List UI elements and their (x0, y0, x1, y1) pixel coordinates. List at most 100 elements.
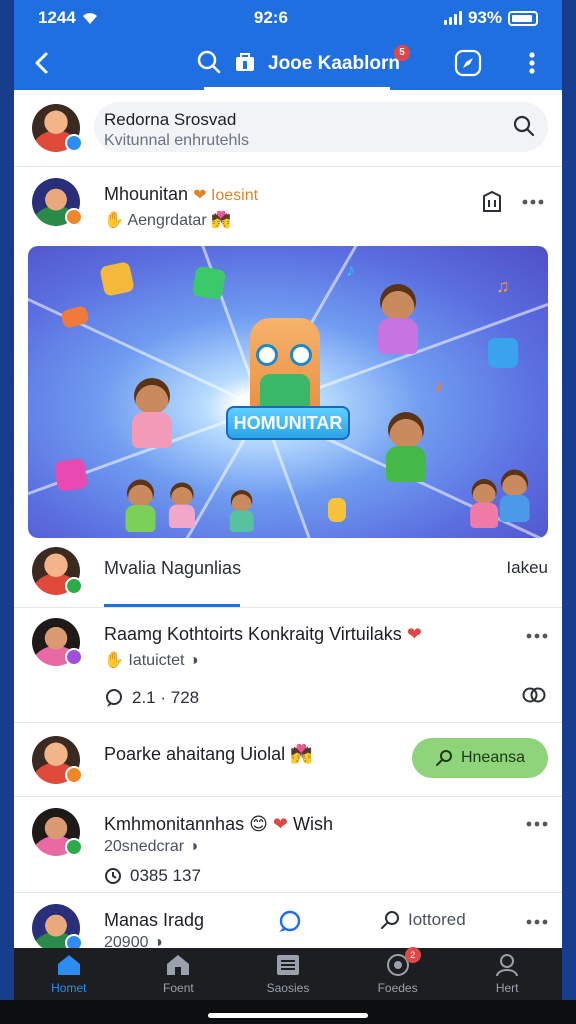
more-horizontal-icon (526, 821, 548, 827)
comment-more-button[interactable] (526, 626, 548, 644)
post-more-button[interactable] (522, 192, 544, 210)
search-icon[interactable] (196, 49, 222, 80)
post-header: Mhounitan ❤ Ioesint ✋ Aengrdatar 💏 (32, 178, 548, 238)
banner-label: HOMUNITAR (226, 406, 350, 440)
comment-sub-text: 20900 (104, 934, 149, 948)
comment-avatar[interactable] (32, 618, 83, 666)
search-placeholder: Kvitunnal enhrutehls (104, 132, 249, 149)
battery-icon (507, 10, 538, 26)
kid-illustration (126, 378, 178, 458)
comment-sub-text: 20snedcrar (104, 838, 185, 855)
phone-screen: 1244 92:6 93% Jooe Kaablorn 5 Redorna Sr… (0, 0, 576, 1024)
divider (14, 166, 562, 167)
music-tile-icon (191, 265, 227, 301)
comment-wish-text: Wish (292, 814, 333, 834)
tab-home[interactable]: Homet (24, 953, 114, 995)
tab-feed[interactable]: Foent (133, 953, 223, 995)
heart-icon: ❤ (406, 624, 422, 644)
search-field-icon[interactable] (512, 114, 536, 143)
more-horizontal-icon (526, 633, 548, 639)
comment-avatar[interactable] (32, 904, 83, 948)
follow-button[interactable]: Hneansa (412, 738, 548, 778)
comment-avatar[interactable] (32, 808, 83, 856)
post-banner-image[interactable]: ♫ ♪ ♪ HOMUNITAR (28, 246, 548, 538)
comment-name[interactable]: Manas Iradg (104, 910, 204, 931)
avatar-status-dot (65, 577, 83, 595)
post-subtitle: ✋ Aengrdatar 💏 (104, 212, 232, 229)
kid-illustration (380, 412, 432, 492)
follow-button-label: Hneansa (460, 749, 526, 766)
more-menu-button[interactable] (512, 43, 552, 83)
comment-avatar[interactable] (32, 736, 83, 784)
music-note-icon: ♪ (434, 376, 443, 396)
chevron-left-icon (35, 52, 48, 74)
comment-meta: 0385 137 (104, 866, 201, 886)
app-title-text: Jooe Kaablorn (268, 53, 400, 74)
mascot-eye (256, 344, 278, 366)
like-button[interactable]: Iakeu (506, 558, 548, 578)
comment-bubble-icon[interactable] (104, 688, 124, 708)
comment-sub: 20snedcrar ◑ (104, 838, 199, 855)
game-tile-icon (99, 261, 135, 297)
tab-profile[interactable]: Hert (462, 953, 552, 995)
comment-more-button[interactable] (526, 912, 548, 930)
tab-places[interactable]: 2 Foedes (353, 947, 443, 995)
share-icon[interactable] (522, 686, 546, 709)
post-author-row: Mvalia Nagunlias Iakeu (14, 542, 562, 598)
home-indicator[interactable] (208, 1013, 368, 1018)
mascot-eye (290, 344, 312, 366)
avatar-status-dot (65, 766, 83, 784)
comment-more-button[interactable] (526, 814, 548, 832)
kid-illustration (121, 479, 156, 532)
tab-label: Saosies (266, 981, 310, 995)
action-button-label: Iottored (408, 910, 466, 929)
action-button[interactable]: Iottored (380, 910, 466, 930)
bookmark-box-icon (483, 190, 501, 212)
avatar-status-dot (65, 934, 83, 948)
comment-name-text: Kmhmonitannhas (104, 814, 245, 834)
save-post-button[interactable] (480, 190, 504, 219)
music-note-icon: ♪ (346, 260, 355, 280)
more-vertical-icon (529, 52, 535, 74)
avatar-status-dot (65, 134, 83, 152)
comment-sub: 20900 ◑ (104, 934, 163, 948)
comment-meta-text: 0385 137 (130, 866, 201, 885)
post-author-name[interactable]: Mhounitan ❤ Ioesint (104, 184, 258, 205)
kid-illustration (466, 479, 499, 528)
comment-name-text: Raamg Kothtoirts Konkraitg Virtuilaks (104, 624, 402, 644)
more-horizontal-icon (522, 199, 544, 205)
wifi-icon (82, 13, 97, 24)
comment-name-text: Poarke ahaitang Uiolal (104, 744, 286, 764)
tab-badge: 2 (404, 947, 421, 963)
search-field[interactable]: Redorna Srosvad Kvitunnal enhrutehls (94, 102, 548, 152)
music-note-icon: ♫ (496, 276, 510, 296)
post-subtitle-text: Aengrdatar (127, 212, 207, 229)
tab-label: Foent (163, 981, 194, 995)
search-row: Redorna Srosvad Kvitunnal enhrutehls (14, 90, 562, 166)
comment-meta: 2.1 · 728 (104, 688, 199, 708)
user-avatar[interactable] (32, 104, 83, 152)
tab-label: Foedes (377, 981, 418, 995)
comment-item: Kmhmonitannhas 😊 ❤ Wish 20snedcrar ◑ 038… (14, 806, 562, 892)
compass-button[interactable] (448, 43, 488, 83)
tab-stories[interactable]: Saosies (243, 953, 333, 995)
post-author-avatar[interactable] (32, 178, 83, 226)
back-button[interactable] (18, 40, 64, 86)
comment-name[interactable]: Poarke ahaitang Uiolal 💏 (104, 744, 313, 765)
profile-icon (496, 954, 519, 977)
app-title[interactable]: Jooe Kaablorn 5 (268, 45, 410, 75)
comment-name[interactable]: Raamg Kothtoirts Konkraitg Virtuilaks ❤ (104, 624, 422, 645)
post-tag: Ioesint (210, 187, 259, 204)
divider (14, 796, 562, 797)
search-icon (435, 750, 452, 766)
search-name: Redorna Srosvad (104, 110, 237, 129)
tab-label: Homet (51, 981, 87, 995)
comment-name[interactable]: Kmhmonitannhas 😊 ❤ Wish (104, 814, 333, 835)
status-center-text: 92:6 (253, 8, 288, 27)
kid-illustration (495, 469, 530, 522)
compass-icon (454, 49, 482, 77)
comment-bubble-icon[interactable] (276, 910, 302, 939)
author-name[interactable]: Mvalia Nagunlias (104, 558, 241, 579)
author-avatar[interactable] (32, 547, 83, 595)
music-tile-icon (54, 458, 88, 492)
